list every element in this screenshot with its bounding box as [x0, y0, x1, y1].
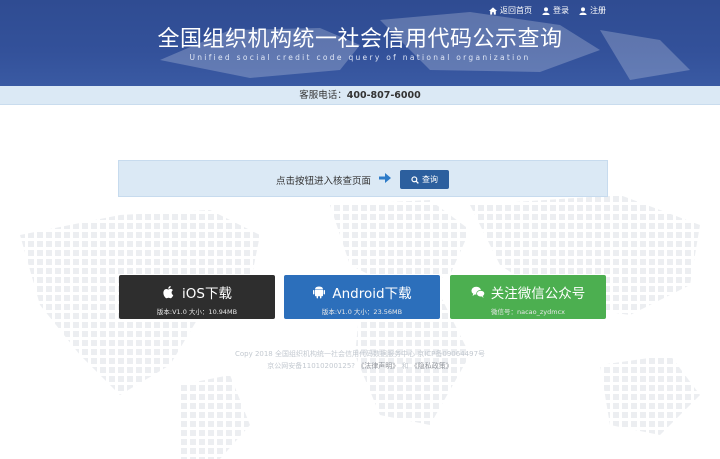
footer-legal-line: 京公网安备11010200125? 《法律声明》 和 《隐私政策》 [0, 360, 720, 372]
user-icon [542, 6, 550, 15]
android-download-button[interactable]: Android下载 版本:V1.0 大小：23.56MB [284, 275, 440, 319]
site-subtitle: Unified social credit code query of nati… [189, 53, 531, 62]
site-header: 返回首页 登录 注册 全国组织机构统一社会信用代码公示查询 Unified so… [0, 0, 720, 86]
home-icon [489, 6, 497, 15]
android-download-main: Android下载 [284, 282, 440, 302]
android-download-info: 版本:V1.0 大小：23.56MB [321, 308, 403, 316]
footer-record-number: 京公网安备11010200125? [267, 362, 355, 370]
query-button-label: 查询 [422, 175, 438, 184]
login-link-label: 登录 [553, 6, 569, 15]
top-links: 返回首页 登录 注册 [489, 5, 606, 16]
wechat-account-info: 微信号：nacao_zydmcx [490, 308, 566, 316]
wechat-icon [471, 286, 485, 298]
wechat-follow-button[interactable]: 关注微信公众号 微信号：nacao_zydmcx [450, 275, 606, 319]
ios-download-label: iOS下载 [182, 286, 232, 302]
privacy-policy-link[interactable]: 《隐私政策》 [411, 362, 453, 370]
login-link[interactable]: 登录 [542, 5, 569, 16]
register-link-label: 注册 [590, 6, 606, 15]
wechat-follow-label: 关注微信公众号 [490, 286, 586, 302]
phone-label: 客服电话： [299, 90, 347, 101]
legal-statement-link[interactable]: 《法律声明》 [357, 362, 399, 370]
ios-download-main: iOS下载 [119, 282, 275, 302]
phone-number: 400-807-6000 [346, 90, 421, 101]
android-download-label: Android下载 [332, 286, 412, 302]
android-icon [313, 286, 326, 299]
wechat-follow-main: 关注微信公众号 [450, 282, 606, 302]
footer-separator: 和 [401, 362, 409, 370]
ios-download-info: 版本:V1.0 大小：10.94MB [156, 308, 238, 316]
home-link[interactable]: 返回首页 [489, 5, 532, 16]
home-link-label: 返回首页 [500, 6, 532, 15]
query-button[interactable]: 查询 [400, 170, 449, 189]
arrow-right-icon [379, 173, 391, 183]
apple-icon [163, 286, 174, 299]
query-panel: 点击按钮进入核查页面 查询 [118, 160, 608, 197]
phone-bar: 客服电话：400-807-6000 [0, 86, 720, 105]
site-title: 全国组织机构统一社会信用代码公示查询 [157, 27, 563, 52]
user-icon [579, 6, 587, 15]
site-footer: Copy 2018 全国组织机构统一社会信用代码数据服务中心 京ICP备0906… [0, 348, 720, 372]
ios-download-button[interactable]: iOS下载 版本:V1.0 大小：10.94MB [119, 275, 275, 319]
register-link[interactable]: 注册 [579, 5, 606, 16]
search-icon [411, 175, 419, 184]
query-prompt: 点击按钮进入核查页面 [276, 176, 372, 187]
background-world-map [20, 195, 700, 459]
footer-copyright: Copy 2018 全国组织机构统一社会信用代码数据服务中心 京ICP备0906… [234, 350, 486, 358]
